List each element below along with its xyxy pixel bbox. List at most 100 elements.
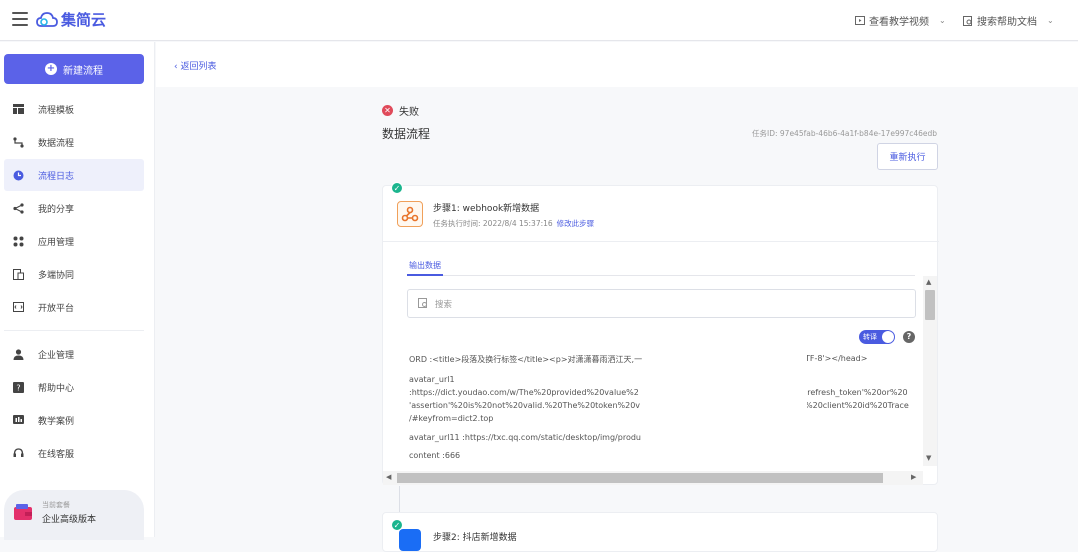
search-input[interactable]: 搜索: [407, 289, 916, 318]
edit-step-link[interactable]: 修改此步骤: [557, 219, 595, 228]
devices-icon: [12, 268, 24, 280]
sidebar-item-templates[interactable]: 流程模板: [4, 93, 144, 125]
code-icon: [12, 301, 24, 313]
sidebar-item-label: 我的分享: [38, 204, 75, 215]
sidebar-item-label: 开放平台: [38, 303, 75, 314]
escape-toggle-row: 转译 ?: [859, 330, 915, 344]
sidebar-item-share[interactable]: 我的分享: [4, 192, 144, 224]
search-icon: [418, 298, 427, 308]
help-icon[interactable]: ?: [903, 331, 915, 343]
search-placeholder: 搜索: [435, 299, 453, 310]
sidebar-item-flows[interactable]: 数据流程: [4, 126, 144, 158]
success-check-icon: ✓: [391, 519, 403, 531]
scroll-thumb[interactable]: [397, 473, 883, 483]
scroll-thumb[interactable]: [925, 290, 935, 320]
back-to-list-link[interactable]: ‹ 返回列表: [174, 59, 216, 72]
redaction-mask: [645, 341, 807, 449]
step-card: ✓ 步骤1: webhook新增数据 任务执行时间: 2022/8/4 15:3…: [382, 182, 939, 485]
video-tutorial-label: 查看教学视频: [869, 17, 929, 28]
tab-output[interactable]: 输出数据: [409, 260, 441, 271]
output-line: content :666: [409, 451, 461, 460]
template-icon: [12, 103, 24, 115]
output-line: /#keyfrom=dict2.top: [409, 414, 494, 423]
apps-icon: [12, 235, 24, 247]
escape-toggle[interactable]: 转译: [859, 330, 895, 344]
output-line: %20client%20id%20Trace: [805, 401, 909, 410]
sidebar-item-support[interactable]: 在线客服: [4, 437, 144, 469]
task-id: 任务ID: 97e45fab-46b6-4a1f-b84e-17e997c46e…: [752, 129, 938, 138]
new-flow-label: 新建流程: [63, 65, 103, 77]
sidebar-item-devices[interactable]: 多端协同: [4, 258, 144, 290]
tab-divider: [407, 275, 915, 276]
user-icon: [12, 348, 24, 360]
sidebar-divider: [4, 330, 144, 331]
doc-search-icon: [963, 15, 972, 26]
sidebar-item-label: 多端协同: [38, 270, 75, 281]
success-check-icon: ✓: [391, 182, 403, 194]
sidebar-item-label: 企业管理: [38, 350, 75, 361]
webhook-icon: [397, 201, 423, 227]
sidebar: + 新建流程 流程模板 数据流程 流程日志 我的分享 应用管理 多端协同 开放平…: [0, 42, 155, 540]
sidebar-item-label: 数据流程: [38, 138, 75, 149]
status-indicator: ✕ 失败: [382, 103, 419, 118]
scroll-left-icon[interactable]: ◀: [386, 473, 391, 481]
logo[interactable]: 集简云: [36, 9, 106, 30]
plan-caption: 当前套餐: [42, 501, 70, 509]
horizontal-scrollbar[interactable]: ◀ ▶: [383, 471, 923, 485]
flow-icon: [12, 136, 24, 148]
sidebar-item-open-platform[interactable]: 开放平台: [4, 291, 144, 323]
sidebar-item-label: 流程日志: [38, 171, 75, 182]
toggle-label: 转译: [863, 333, 877, 341]
step-connector: [399, 486, 400, 514]
help-docs-link[interactable]: 搜索帮助文档 ⌄: [963, 13, 1054, 28]
scroll-down-icon[interactable]: ▼: [926, 454, 931, 462]
content-header: ‹ 返回列表: [156, 42, 1078, 87]
sidebar-item-label: 教学案例: [38, 416, 75, 427]
top-bar: 集简云 查看教学视频 ⌄ 搜索帮助文档 ⌄: [0, 0, 1078, 41]
sidebar-item-cases[interactable]: 教学案例: [4, 404, 144, 436]
chevron-down-icon: ⌄: [1047, 16, 1054, 25]
video-icon: [855, 16, 865, 25]
video-tutorial-link[interactable]: 查看教学视频 ⌄: [855, 13, 946, 28]
step-time-text: 任务执行时间: 2022/8/4 15:37:16: [433, 219, 553, 228]
output-line: ORD :<title>段落及换行标签</title><p>对潇潇暮雨洒江天,一: [409, 355, 643, 364]
sidebar-item-enterprise[interactable]: 企业管理: [4, 338, 144, 370]
svg-text:?: ?: [16, 383, 20, 392]
sidebar-item-label: 在线客服: [38, 449, 75, 460]
new-flow-button[interactable]: + 新建流程: [4, 54, 144, 84]
plan-card[interactable]: 当前套餐 企业高级版本: [4, 490, 144, 540]
step-card[interactable]: ✓ 步骤2: 抖店新增数据: [382, 512, 938, 552]
sidebar-item-label: 流程模板: [38, 105, 75, 116]
step-time: 任务执行时间: 2022/8/4 15:37:16 修改此步骤: [433, 218, 594, 229]
step-title: 步骤1: webhook新增数据: [433, 204, 540, 214]
menu-icon[interactable]: [12, 12, 28, 26]
fail-icon: ✕: [382, 105, 393, 116]
case-icon: [12, 414, 24, 426]
step-header[interactable]: ✓ 步骤1: webhook新增数据 任务执行时间: 2022/8/4 15:3…: [383, 182, 939, 242]
rerun-button[interactable]: 重新执行: [877, 143, 938, 170]
output-line: avatar_url11 :https://txc.qq.com/static/…: [409, 433, 641, 442]
help-docs-label: 搜索帮助文档: [977, 17, 1037, 28]
help-icon: ?: [12, 381, 24, 393]
sidebar-item-help[interactable]: ? 帮助中心: [4, 371, 144, 403]
vertical-scrollbar[interactable]: ▲ ▼: [923, 276, 937, 466]
wallet-icon: [14, 504, 32, 520]
output-line: 'refresh_token'%20or%20: [805, 388, 908, 397]
output-line: 'assertion'%20is%20not%20valid.%20The%20…: [409, 401, 641, 410]
page-title: 数据流程: [382, 127, 431, 141]
output-line: avatar_url1: [409, 375, 455, 384]
output-line: TF-8'></head>: [805, 354, 868, 363]
sidebar-item-apps[interactable]: 应用管理: [4, 225, 144, 257]
support-icon: [12, 447, 24, 459]
share-icon: [12, 202, 24, 214]
log-icon: [12, 169, 24, 181]
plus-icon: +: [45, 63, 57, 75]
chevron-down-icon: ⌄: [939, 16, 946, 25]
plan-name: 企业高级版本: [42, 515, 97, 525]
scroll-right-icon[interactable]: ▶: [911, 473, 916, 481]
toggle-knob: [882, 331, 894, 343]
sidebar-item-logs[interactable]: 流程日志: [4, 159, 144, 191]
output-line: :https://dict.youdao.com/w/The%20provide…: [409, 388, 639, 397]
scroll-up-icon[interactable]: ▲: [926, 278, 931, 286]
cloud-logo-icon: [36, 11, 58, 27]
